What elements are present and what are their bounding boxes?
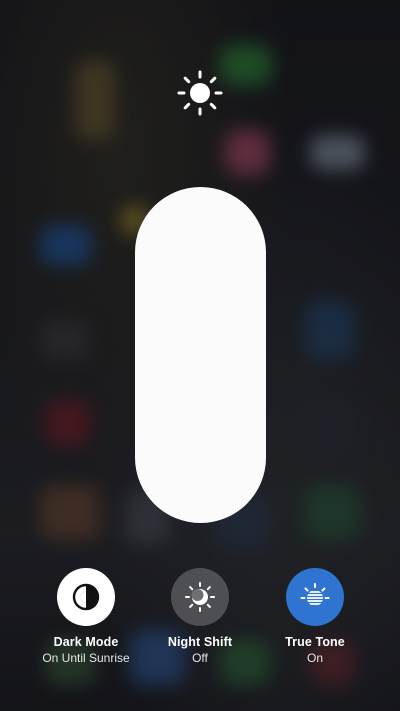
true-tone-status: On (306, 651, 323, 665)
night-shift-button[interactable] (171, 568, 229, 626)
true-tone-control[interactable]: True Tone On (260, 568, 370, 665)
night-shift-control[interactable]: Night Shift Off (145, 568, 255, 665)
sun-icon (177, 70, 223, 116)
true-tone-label: True Tone (285, 635, 345, 649)
night-shift-status: Off (192, 651, 208, 665)
true-tone-button[interactable] (286, 568, 344, 626)
night-shift-icon (185, 582, 215, 612)
dark-mode-icon (72, 583, 100, 611)
dark-mode-status: On Until Sunrise (42, 651, 130, 665)
brightness-slider-fill (135, 187, 266, 523)
dark-mode-button[interactable] (57, 568, 115, 626)
dark-mode-label: Dark Mode (53, 635, 119, 649)
true-tone-icon (300, 583, 330, 605)
night-shift-label: Night Shift (167, 635, 233, 649)
dark-mode-control[interactable]: Dark Mode On Until Sunrise (31, 568, 141, 665)
brightness-slider[interactable] (135, 187, 266, 523)
